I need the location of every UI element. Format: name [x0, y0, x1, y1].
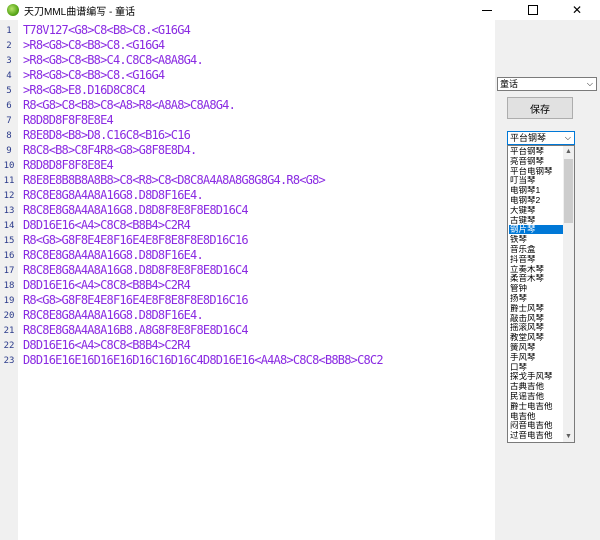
- mml-code-text[interactable]: T78V127<G8>C8<B8>C8.<G16G4: [23, 23, 191, 38]
- mml-code-text[interactable]: >R8<G8>C8<B8>C8.<G16G4: [23, 38, 165, 53]
- instrument-dropdown-list[interactable]: 平台钢琴 亮音钢琴 平台电钢琴 叮当琴 电钢琴1 电钢琴2 大键琴 古键琴 钢片琴 铁琴 音乐盒 抖音…: [507, 145, 575, 443]
- line-number: 10: [3, 161, 15, 171]
- save-button[interactable]: 保存: [507, 97, 573, 119]
- instrument-option[interactable]: 钢片琴: [509, 225, 563, 235]
- instrument-option[interactable]: 敲击风琴: [509, 314, 563, 323]
- line-number: 2: [6, 41, 12, 51]
- instrument-option[interactable]: 古键琴: [509, 216, 563, 225]
- mml-editor[interactable]: 1 T78V127<G8>C8<B8>C8.<G16G4 2 >R8<G8>C8<B8…: [0, 20, 495, 540]
- line-number: 7: [6, 116, 12, 126]
- instrument-option[interactable]: 电钢琴2: [509, 196, 563, 205]
- instrument-option[interactable]: 古典吉他: [509, 382, 563, 391]
- instrument-option[interactable]: 电吉他: [509, 412, 563, 421]
- scroll-up-icon[interactable]: ▲: [563, 146, 574, 157]
- instrument-option[interactable]: 簧风琴: [509, 343, 563, 352]
- line-number: 17: [3, 266, 15, 276]
- line-number: 21: [3, 326, 15, 336]
- instrument-option[interactable]: 闷音电吉他: [509, 421, 563, 430]
- instrument-option[interactable]: 电钢琴1: [509, 186, 563, 195]
- line-number: 4: [6, 71, 12, 81]
- scroll-down-icon[interactable]: ▼: [563, 431, 574, 442]
- line-number: 20: [3, 311, 15, 321]
- mml-code-text[interactable]: R8C8<B8>C8F4R8<G8>G8F8E8D4.: [23, 143, 197, 158]
- maximize-button[interactable]: [510, 0, 556, 20]
- mml-code-text[interactable]: >R8<G8>C8<B8>C4.C8C8<A8A8G4.: [23, 53, 204, 68]
- mml-code-text[interactable]: R8E8D8<B8>D8.C16C8<B16>C16: [23, 128, 191, 143]
- mml-code-text[interactable]: R8C8E8G8A4A8A16B8.A8G8F8E8F8E8D16C4: [23, 323, 249, 338]
- mml-code-text[interactable]: R8D8D8F8F8E8E4: [23, 158, 114, 173]
- mml-code-text[interactable]: D8D16E16<A4>C8C8<B8B4>C2R4: [23, 278, 191, 293]
- close-button[interactable]: ✕: [554, 0, 600, 20]
- instrument-option[interactable]: 过音电吉他: [509, 431, 563, 440]
- instrument-option[interactable]: 抖音琴: [509, 255, 563, 264]
- mml-code-text[interactable]: D8D16E16<A4>C8C8<B8B4>C2R4: [23, 338, 191, 353]
- instrument-option[interactable]: 大键琴: [509, 206, 563, 215]
- mml-code-text[interactable]: R8<G8>G8F8E4E8F16E4E8F8E8F8E8D16C16: [23, 233, 249, 248]
- line-number: 18: [3, 281, 15, 291]
- instrument-option[interactable]: 音乐盒: [509, 245, 563, 254]
- window-title: 天刀MML曲谱编写 - 童话: [24, 7, 136, 18]
- instrument-option[interactable]: 扬琴: [509, 294, 563, 303]
- line-number: 14: [3, 221, 15, 231]
- title-bar: 天刀MML曲谱编写 - 童话 ✕: [0, 0, 600, 20]
- line-number: 13: [3, 206, 15, 216]
- mml-code-text[interactable]: >R8<G8>E8.D16D8C8C4: [23, 83, 146, 98]
- instrument-option[interactable]: 亮音钢琴: [509, 157, 563, 166]
- mml-code-text[interactable]: R8C8E8G8A4A8A16G8.D8D8F16E4.: [23, 188, 204, 203]
- instrument-option[interactable]: 口琴: [509, 363, 563, 372]
- chevron-down-icon: ⌵: [564, 133, 571, 142]
- line-number: 15: [3, 236, 15, 246]
- instrument-option[interactable]: 教堂风琴: [509, 333, 563, 342]
- scrollbar-thumb[interactable]: [564, 159, 573, 223]
- line-number: 3: [6, 56, 12, 66]
- mml-code-text[interactable]: R8C8E8G8A4A8A16G8.D8D8F8E8F8E8D16C4: [23, 203, 249, 218]
- instrument-option[interactable]: 民谣吉他: [509, 392, 563, 401]
- line-number: 22: [3, 341, 15, 351]
- song-select-value: 童话: [500, 79, 519, 89]
- close-icon: ✕: [571, 3, 583, 17]
- line-number: 23: [3, 356, 15, 366]
- instrument-option[interactable]: 探戈手风琴: [509, 372, 563, 381]
- instrument-list-scrollbar[interactable]: ▲ ▼: [563, 146, 574, 442]
- line-number: 9: [6, 146, 12, 156]
- mml-code-text[interactable]: R8C8E8G8A4A8A16G8.D8D8F16E4.: [23, 308, 204, 323]
- app-icon: [7, 4, 19, 16]
- chevron-down-icon: ⌵: [586, 79, 593, 88]
- instrument-option[interactable]: 铁琴: [509, 235, 563, 244]
- line-number: 1: [6, 26, 12, 36]
- instrument-option[interactable]: 平台电钢琴: [509, 167, 563, 176]
- mml-code-text[interactable]: D8D16E16E16D16E16D16C16D16C4D8D16E16<A4A…: [23, 353, 384, 368]
- line-number: 16: [3, 251, 15, 261]
- instrument-option[interactable]: 爵士风琴: [509, 304, 563, 313]
- instrument-option[interactable]: 立奏木琴: [509, 265, 563, 274]
- instrument-option[interactable]: 柔音木琴: [509, 274, 563, 283]
- mml-code-text[interactable]: R8D8D8F8F8E8E4: [23, 113, 114, 128]
- mml-code-text[interactable]: R8C8E8G8A4A8A16G8.D8D8F16E4.: [23, 248, 204, 263]
- song-select[interactable]: 童话 ⌵: [497, 77, 597, 91]
- instrument-option[interactable]: 摇滚风琴: [509, 323, 563, 332]
- instrument-option[interactable]: 平台钢琴: [509, 147, 563, 156]
- mml-code-text[interactable]: R8E8E8B8B8A8B8>C8<R8>C8<D8C8A4A8A8G8G8G4…: [23, 173, 326, 188]
- maximize-icon: [528, 5, 538, 15]
- mml-code-text[interactable]: R8<G8>G8F8E4E8F16E4E8F8E8F8E8D16C16: [23, 293, 249, 308]
- mml-code-text[interactable]: D8D16E16<A4>C8C8<B8B4>C2R4: [23, 218, 191, 233]
- instrument-select-value: 平台钢琴: [510, 133, 547, 143]
- line-number: 5: [6, 86, 12, 96]
- line-number: 19: [3, 296, 15, 306]
- instrument-option[interactable]: 管钟: [509, 284, 563, 293]
- mml-code-text[interactable]: R8<G8>C8<B8>C8<A8>R8<A8A8>C8A8G4.: [23, 98, 236, 113]
- mml-code-text[interactable]: >R8<G8>C8<B8>C8.<G16G4: [23, 68, 165, 83]
- line-number-gutter: [0, 20, 18, 540]
- instrument-option[interactable]: 爵士电吉他: [509, 402, 563, 411]
- instrument-option[interactable]: 叮当琴: [509, 176, 563, 185]
- line-number: 12: [3, 191, 15, 201]
- minimize-button[interactable]: [464, 0, 510, 20]
- minimize-icon: [482, 9, 492, 11]
- line-number: 6: [6, 101, 12, 111]
- instrument-select[interactable]: 平台钢琴 ⌵: [507, 131, 575, 145]
- line-number: 11: [3, 176, 15, 186]
- mml-code-text[interactable]: R8C8E8G8A4A8A16G8.D8D8F8E8F8E8D16C4: [23, 263, 249, 278]
- instrument-option[interactable]: 手风琴: [509, 353, 563, 362]
- line-number: 8: [6, 131, 12, 141]
